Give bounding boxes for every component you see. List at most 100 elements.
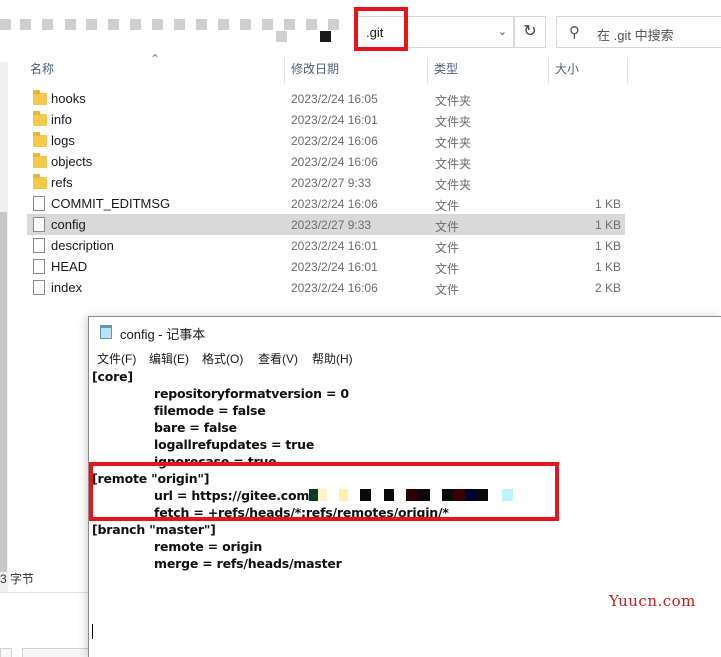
file-row-config[interactable]: config 2023/2/27 9:33 文件 1 KB: [27, 214, 625, 235]
file-size: 1 KB: [594, 260, 621, 274]
breadcrumb-pixel: [276, 31, 287, 42]
file-date: 2023/2/24 16:06: [291, 155, 378, 169]
menu-file[interactable]: 文件(F): [97, 350, 136, 367]
notepad-menu-bar: 文件(F) 编辑(E) 格式(O) 查看(V) 帮助(H): [89, 347, 721, 369]
config-line: repositoryformatversion = 0: [154, 386, 349, 401]
file-type: 文件: [435, 199, 460, 213]
breadcrumb-pixel: [262, 19, 273, 30]
file-row-head[interactable]: HEAD 2023/2/24 16:01 文件 1 KB: [27, 256, 625, 277]
file-type: 文件: [435, 262, 460, 276]
file-name: description: [51, 238, 114, 253]
column-header-name[interactable]: 名称: [24, 62, 282, 88]
refresh-button[interactable]: ↻: [514, 16, 546, 48]
breadcrumb-pixel: [320, 31, 331, 42]
status-bar-text: 3 字节: [0, 572, 35, 586]
breadcrumb-pixel: [0, 19, 11, 30]
file-name: config: [51, 217, 86, 232]
breadcrumb-pixel: [284, 19, 295, 30]
file-name: info: [51, 112, 72, 127]
file-type: 文件夹: [435, 178, 472, 192]
file-row-info[interactable]: info 2023/2/24 16:01 文件夹: [27, 109, 625, 130]
file-date: 2023/2/24 16:06: [291, 134, 378, 148]
file-name: hooks: [51, 91, 86, 106]
search-input[interactable]: ⚲ 在 .git 中搜索: [556, 16, 721, 48]
file-type: 文件: [435, 220, 460, 234]
folder-icon: [33, 111, 47, 126]
search-placeholder: 在 .git 中搜索: [597, 28, 674, 43]
highlight-box-address: [354, 7, 408, 51]
config-line: merge = refs/heads/master: [154, 556, 342, 571]
folder-icon: [33, 153, 47, 168]
file-row-hooks[interactable]: hooks 2023/2/24 16:05 文件夹: [27, 88, 625, 109]
file-date: 2023/2/24 16:01: [291, 239, 378, 253]
column-header-date[interactable]: 修改日期: [285, 62, 427, 88]
config-line: [branch "master"]: [92, 522, 216, 537]
menu-format[interactable]: 格式(O): [202, 350, 243, 367]
file-name: logs: [51, 133, 75, 148]
menu-help[interactable]: 帮助(H): [312, 350, 353, 367]
column-divider[interactable]: [627, 58, 628, 84]
search-icon: ⚲: [569, 24, 580, 41]
file-row-description[interactable]: description 2023/2/24 16:01 文件 1 KB: [27, 235, 625, 256]
notepad-icon: [100, 325, 112, 339]
file-size: 1 KB: [594, 197, 621, 211]
file-date: 2023/2/24 16:05: [291, 92, 378, 106]
config-line: filemode = false: [154, 403, 266, 418]
file-row-index[interactable]: index 2023/2/24 16:06 文件 2 KB: [27, 277, 625, 298]
navigation-pane-edge: [0, 62, 8, 592]
file-type: 文件: [435, 241, 460, 255]
breadcrumb-pixel: [152, 19, 163, 30]
file-icon: [33, 217, 45, 232]
file-date: 2023/2/24 16:06: [291, 197, 378, 211]
highlight-box-remote-origin: [89, 462, 559, 521]
config-line: [core]: [92, 369, 133, 384]
breadcrumb-pixel: [306, 19, 317, 30]
file-icon: [33, 280, 45, 295]
file-row-objects[interactable]: objects 2023/2/24 16:06 文件夹: [27, 151, 625, 172]
file-icon: [33, 259, 45, 274]
breadcrumb-pixel: [42, 19, 53, 30]
file-size: 1 KB: [594, 218, 621, 232]
breadcrumb-pixel: [130, 19, 141, 30]
refresh-icon: ↻: [523, 23, 537, 40]
breadcrumb-pixel: [20, 19, 31, 30]
file-icon: [33, 238, 45, 253]
file-type: 文件夹: [435, 157, 472, 171]
scrollbar-thumb[interactable]: [0, 212, 7, 572]
file-date: 2023/2/24 16:01: [291, 113, 378, 127]
taskbar-fragment: [0, 648, 12, 657]
file-size: 1 KB: [594, 239, 621, 253]
file-name: COMMIT_EDITMSG: [51, 196, 171, 211]
config-line: remote = origin: [154, 539, 263, 554]
folder-icon: [33, 90, 47, 105]
breadcrumb-pixel: [174, 19, 185, 30]
file-row-logs[interactable]: logs 2023/2/24 16:06 文件夹: [27, 130, 625, 151]
breadcrumb-pixel: [218, 19, 229, 30]
file-row-refs[interactable]: refs 2023/2/27 9:33 文件夹: [27, 172, 625, 193]
file-name: index: [51, 280, 83, 295]
file-type: 文件夹: [435, 115, 472, 129]
notepad-title-bar[interactable]: config - 记事本: [89, 317, 721, 347]
file-type: 文件夹: [435, 136, 472, 150]
file-row-commit-editmsg[interactable]: COMMIT_EDITMSG 2023/2/24 16:06 文件 1 KB: [27, 193, 625, 214]
file-name: refs: [51, 175, 73, 190]
chevron-down-icon[interactable]: ⌄: [498, 25, 507, 38]
folder-icon: [33, 132, 47, 147]
file-size: 2 KB: [594, 281, 621, 295]
text-caret: [92, 624, 93, 639]
breadcrumb-pixel: [196, 19, 207, 30]
breadcrumb-pixel: [240, 19, 251, 30]
file-name: HEAD: [51, 259, 88, 274]
config-line: logallrefupdates = true: [154, 437, 315, 452]
menu-edit[interactable]: 编辑(E): [149, 350, 189, 367]
breadcrumb-pixel: [328, 19, 339, 30]
file-name: objects: [51, 154, 93, 169]
breadcrumb-pixel: [86, 19, 97, 30]
file-date: 2023/2/24 16:06: [291, 281, 378, 295]
column-header-size[interactable]: 大小: [549, 62, 627, 88]
breadcrumb-pixel: [108, 19, 119, 30]
notepad-title: config - 记事本: [120, 327, 206, 342]
file-icon: [33, 196, 45, 211]
column-header-type[interactable]: 类型: [428, 62, 548, 88]
menu-view[interactable]: 查看(V): [258, 350, 298, 367]
